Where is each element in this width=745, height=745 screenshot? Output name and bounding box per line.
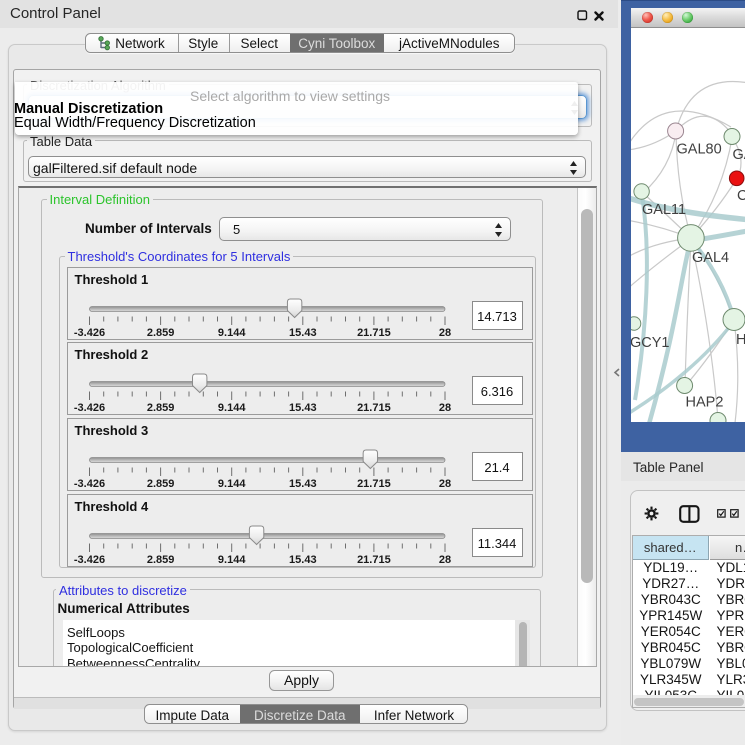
svg-text:-3.426: -3.426 [73,478,104,490]
svg-text:C: C [737,188,745,204]
svg-text:21.715: 21.715 [357,327,391,339]
svg-text:21.715: 21.715 [357,478,391,490]
svg-text:28: 28 [438,402,450,414]
svg-text:9.144: 9.144 [217,554,245,566]
svg-text:2.859: 2.859 [146,554,174,566]
svg-text:H: H [736,332,745,348]
svg-text:21.715: 21.715 [357,554,391,566]
svg-text:9.144: 9.144 [217,478,245,490]
svg-text:GAL4: GAL4 [692,250,729,266]
svg-text:GA: GA [733,147,745,163]
svg-text:15.43: 15.43 [289,554,317,566]
svg-text:GAL80: GAL80 [677,141,722,157]
svg-text:28: 28 [438,327,450,339]
svg-text:GCY1: GCY1 [631,335,670,351]
svg-text:15.43: 15.43 [289,478,317,490]
svg-text:2.859: 2.859 [146,478,174,490]
svg-text:-3.426: -3.426 [73,327,104,339]
svg-text:9.144: 9.144 [217,402,245,414]
svg-text:GAL11: GAL11 [642,202,686,218]
svg-text:15.43: 15.43 [289,327,317,339]
svg-text:HAP2: HAP2 [686,394,724,410]
svg-text:21.715: 21.715 [357,402,391,414]
svg-text:28: 28 [438,478,450,490]
svg-text:9.144: 9.144 [217,327,245,339]
svg-text:15.43: 15.43 [289,402,317,414]
svg-text:-3.426: -3.426 [73,402,104,414]
svg-text:2.859: 2.859 [146,327,174,339]
svg-text:-3.426: -3.426 [73,554,104,566]
svg-text:2.859: 2.859 [146,402,174,414]
svg-text:28: 28 [438,554,450,566]
